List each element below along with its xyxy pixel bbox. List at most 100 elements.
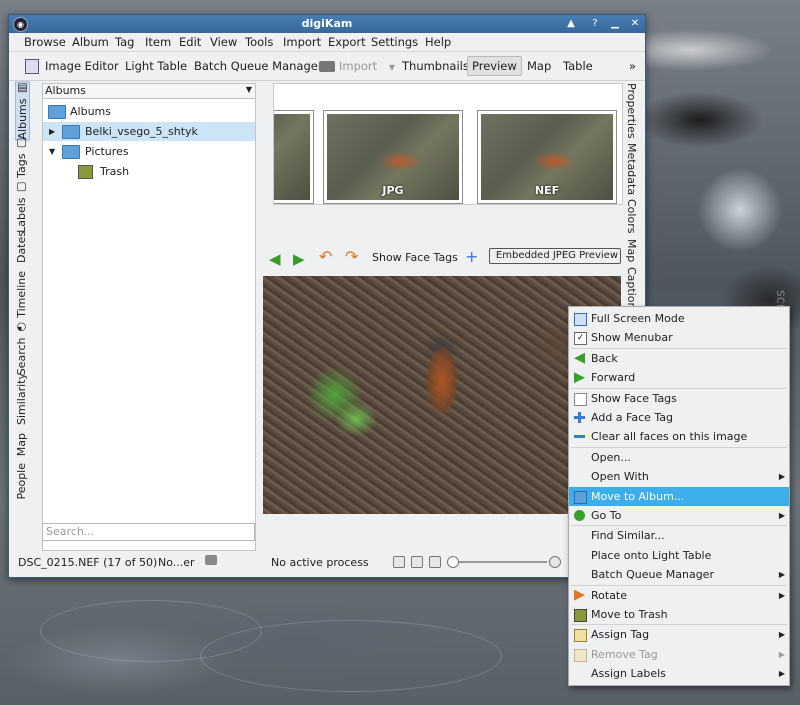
album-view-combo-value: Albums [45, 84, 86, 97]
show-face-tags-label[interactable]: Show Face Tags [372, 251, 458, 264]
tab-albums[interactable]: Albums ▤ [15, 81, 30, 141]
import-dropdown-icon: ▼ [388, 63, 395, 72]
menu-help[interactable]: Help [425, 35, 451, 49]
menu-view[interactable]: View [210, 35, 237, 49]
menu-item-assign-tag[interactable]: Assign Tag ▶ [569, 625, 789, 644]
tab-properties[interactable]: Properties [625, 83, 638, 139]
minimize-icon[interactable]: ▁ [608, 17, 622, 31]
thumbnail-prev[interactable] [274, 110, 314, 204]
tab-labels[interactable]: Labels ▢ [15, 181, 28, 233]
menu-tools[interactable]: Tools [245, 35, 273, 49]
album-tree-panel: Albums ▼ Albums ▶ Belki_vsego_5_shtyk ▼ … [42, 83, 256, 551]
tree-item-pictures[interactable]: ▼ Pictures [43, 142, 255, 161]
album-view-combo[interactable]: Albums ▼ [43, 84, 255, 99]
toolbar-overflow-button[interactable]: » [625, 57, 640, 75]
menu-item-move-to-album[interactable]: Move to Album... [569, 486, 789, 506]
table-button[interactable]: Table [559, 57, 597, 75]
zoom-100-icon[interactable] [411, 556, 423, 568]
tree-item-label: Pictures [85, 145, 129, 158]
thumbnail-nef[interactable]: NEF [477, 110, 617, 204]
zoom-fit-icon[interactable] [393, 556, 405, 568]
menu-item-remove-tag[interactable]: Remove Tag ▶ [569, 645, 789, 664]
menu-item-go-to[interactable]: Go To ▶ [569, 506, 789, 525]
menu-browse[interactable]: Browse [24, 35, 66, 49]
help-icon[interactable]: ? [588, 17, 602, 31]
tree-item-albums-root[interactable]: Albums [43, 102, 255, 121]
forward-arrow-icon[interactable]: ▶ [293, 250, 309, 268]
tab-colors[interactable]: Colors [625, 199, 638, 233]
batch-queue-manager-button[interactable]: Batch Queue Manager [190, 57, 327, 75]
light-table-button[interactable]: Light Table [121, 57, 191, 75]
menu-item-show-face-tags[interactable]: Show Face Tags [569, 389, 789, 408]
menu-item-label: Forward [591, 371, 636, 385]
tab-metadata[interactable]: Metadata [625, 143, 638, 195]
menu-settings[interactable]: Settings [371, 35, 418, 49]
menu-item-open-with[interactable]: Open With ▶ [569, 467, 789, 486]
thumbnails-button[interactable]: Thumbnails [398, 57, 473, 75]
zoom-slider-handle[interactable] [447, 556, 459, 568]
keep-above-icon[interactable]: ▲ [564, 17, 578, 31]
preview-button[interactable]: Preview [467, 56, 522, 76]
menu-item-find-similar[interactable]: Find Similar... [569, 526, 789, 545]
status-file-info: DSC_0215.NEF (17 of 50) [18, 556, 158, 569]
zoom-slider[interactable] [447, 561, 547, 563]
tab-map[interactable]: Map [15, 433, 28, 456]
menu-item-label: Show Menubar [591, 331, 673, 345]
menu-item-forward[interactable]: Forward [569, 368, 789, 387]
move-icon [574, 490, 587, 504]
menu-item-label: Go To [591, 509, 622, 522]
digikam-window: ◉ digiKam ▲ ? ▁ ✕ Browse Album Tag Item … [8, 14, 646, 578]
title-bar[interactable]: ◉ digiKam ▲ ? ▁ ✕ [9, 15, 645, 33]
menu-item-add-a-face-tag[interactable]: Add a Face Tag [569, 408, 789, 427]
expand-arrow-icon[interactable]: ▶ [49, 122, 55, 141]
tab-tags[interactable]: Tags ▢ [15, 137, 28, 178]
menu-item-batch-queue-manager[interactable]: Batch Queue Manager ▶ [569, 565, 789, 584]
main-toolbar: Image Editor Light Table Batch Queue Man… [9, 52, 645, 81]
menu-item-clear-all-faces-on-this-image[interactable]: Clear all faces on this image [569, 427, 789, 446]
menu-item-place-onto-light-table[interactable]: Place onto Light Table [569, 546, 789, 565]
menu-item[interactable]: Item [145, 35, 171, 49]
menu-item-open[interactable]: Open... [569, 448, 789, 467]
tree-item-trash[interactable]: Trash [43, 162, 255, 181]
status-filter[interactable]: No...er [158, 556, 195, 569]
rotate-right-icon[interactable]: ↷ [345, 247, 361, 266]
zoom-out-icon[interactable] [429, 556, 441, 568]
rotate-left-icon[interactable]: ↶ [319, 247, 335, 266]
menu-item-back[interactable]: Back [569, 349, 789, 368]
add-face-icon[interactable]: + [465, 247, 478, 266]
menu-tag[interactable]: Tag [115, 35, 134, 49]
menu-item-assign-labels[interactable]: Assign Labels ▶ [569, 664, 789, 683]
menu-album[interactable]: Album [72, 35, 109, 49]
tag-icon [574, 629, 587, 643]
thumbnail-jpg[interactable]: JPG [323, 110, 463, 204]
tab-search[interactable]: Search ◔ [15, 321, 28, 375]
menu-item-show-menubar[interactable]: ✓ Show Menubar [569, 328, 789, 347]
plus-icon [574, 412, 585, 423]
tab-caption[interactable]: Caption [625, 267, 638, 309]
tree-item-belki[interactable]: ▶ Belki_vsego_5_shtyk [43, 122, 255, 141]
tab-similarity[interactable]: Similarity [15, 373, 28, 425]
menu-import[interactable]: Import [283, 35, 321, 49]
menu-export[interactable]: Export [328, 35, 366, 49]
menu-item-move-to-trash[interactable]: Move to Trash [569, 605, 789, 624]
tab-timeline[interactable]: Timeline [15, 271, 28, 318]
menu-item-rotate[interactable]: Rotate ▶ [569, 586, 789, 605]
close-icon[interactable]: ✕ [628, 17, 642, 31]
import-button[interactable]: Import ▼ [315, 57, 399, 75]
arrow-left-icon [574, 352, 585, 364]
tab-dates[interactable]: Dates [15, 231, 28, 263]
tab-right-map[interactable]: Map [625, 239, 638, 262]
menu-edit[interactable]: Edit [179, 35, 201, 49]
folder-icon [62, 145, 80, 159]
image-editor-button[interactable]: Image Editor [21, 57, 123, 75]
embedded-jpeg-preview-button[interactable]: Embedded JPEG Preview [489, 248, 621, 264]
menu-item-full-screen-mode[interactable]: Full Screen Mode [569, 309, 789, 328]
back-arrow-icon[interactable]: ◀ [269, 250, 285, 268]
tab-people[interactable]: People [15, 463, 28, 500]
menu-item-label: Rotate [591, 588, 628, 602]
album-search-input[interactable]: Search... [42, 523, 255, 541]
collapse-arrow-icon[interactable]: ▼ [49, 142, 55, 161]
map-button[interactable]: Map [523, 57, 555, 75]
zoom-in-icon[interactable] [549, 556, 561, 568]
camera-icon [319, 61, 335, 72]
